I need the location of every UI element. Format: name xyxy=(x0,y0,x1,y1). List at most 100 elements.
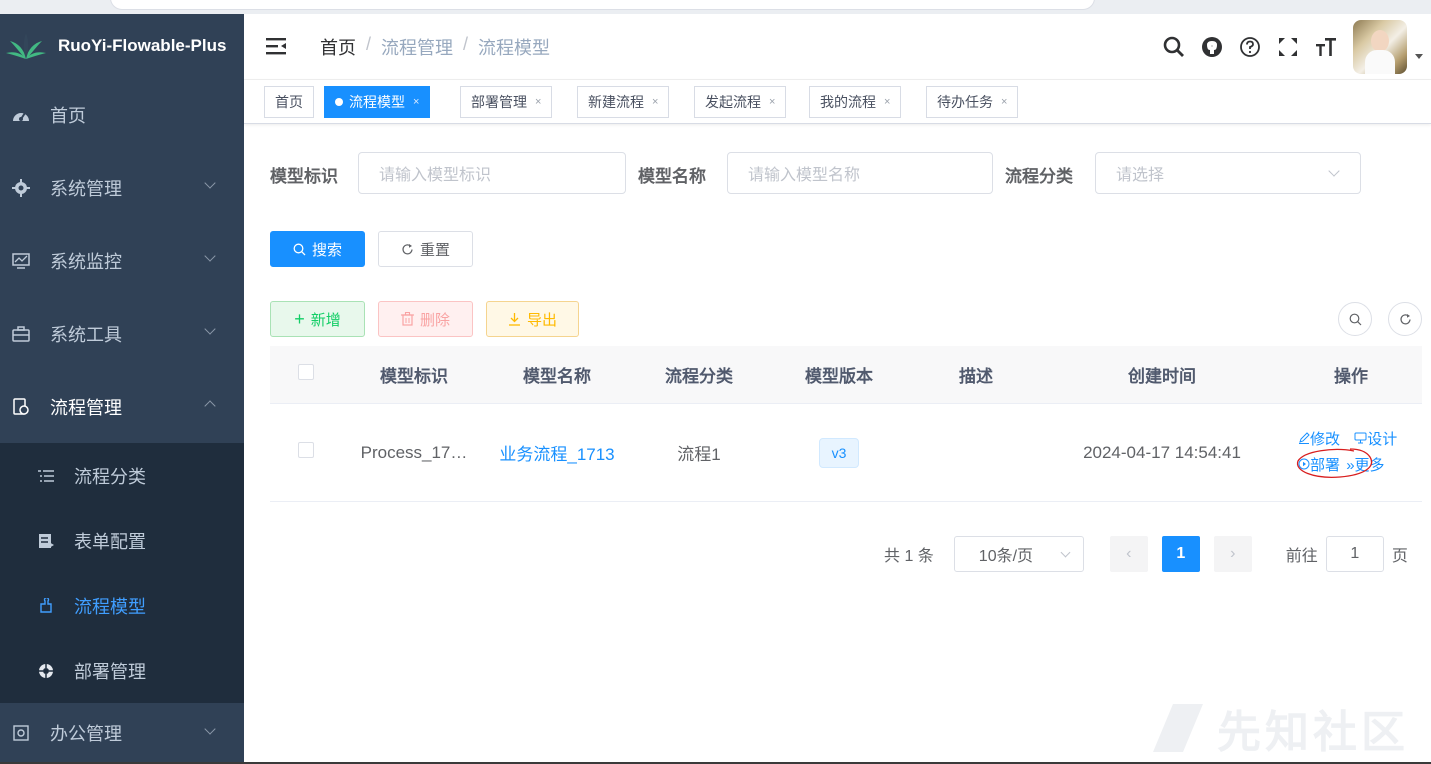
tag-todo[interactable]: 待办任务 × xyxy=(926,86,1019,118)
reset-button-label: 重置 xyxy=(419,241,450,259)
avatar[interactable] xyxy=(1353,20,1407,74)
chevron-down-icon xyxy=(204,723,216,735)
dashboard-icon xyxy=(10,104,32,126)
toggle-search-button[interactable] xyxy=(1338,302,1372,336)
sidebar-item-process-model[interactable]: 流程模型 xyxy=(0,573,244,638)
caret-down-icon[interactable] xyxy=(1415,53,1423,59)
sidebar-item-home[interactable]: 首页 xyxy=(0,78,244,151)
page-size-select[interactable]: 10条/页 xyxy=(953,536,1084,572)
category-placeholder: 请选择 xyxy=(1116,167,1165,184)
prev-page-button[interactable]: ‹ xyxy=(1109,536,1148,572)
chevron-down-icon xyxy=(204,177,216,189)
monitor-icon xyxy=(10,250,32,272)
watermark: 先知社区 xyxy=(1153,696,1409,760)
model-name-label: 模型名称 xyxy=(638,167,706,186)
category-select[interactable]: 请选择 xyxy=(1095,152,1361,194)
delete-button[interactable]: 删除 xyxy=(378,301,473,337)
breadcrumb-item: 流程模型 xyxy=(478,38,551,58)
close-icon[interactable]: × xyxy=(1001,96,1007,108)
row-checkbox[interactable] xyxy=(298,442,314,458)
model-key-label: 模型标识 xyxy=(270,167,338,186)
close-icon[interactable]: × xyxy=(535,96,541,108)
close-icon[interactable]: × xyxy=(652,96,658,108)
sidebar-item-process[interactable]: 流程管理 xyxy=(0,370,244,443)
sidebar-item-office[interactable]: 办公管理 xyxy=(0,703,244,763)
app-logo[interactable]: RuoYi-Flowable-Plus xyxy=(0,14,244,78)
tag-label: 我的流程 xyxy=(820,94,876,110)
delete-button-label: 删除 xyxy=(419,311,450,329)
tag-my-process[interactable]: 我的流程 × xyxy=(809,86,902,118)
tag-home[interactable]: 首页 xyxy=(264,86,314,118)
breadcrumb-item[interactable]: 首页 xyxy=(320,34,356,60)
sidebar-item-label: 流程分类 xyxy=(74,466,146,487)
fullscreen-icon[interactable] xyxy=(1271,30,1305,64)
close-icon[interactable]: × xyxy=(769,96,775,108)
model-key-placeholder: 请输入模型标识 xyxy=(379,167,492,184)
page-size-value: 10条/页 xyxy=(978,548,1034,565)
column-header: 模型版本 xyxy=(805,367,873,386)
tag-process-model[interactable]: 流程模型 × xyxy=(324,86,431,118)
sidebar-item-form-config[interactable]: 表单配置 xyxy=(0,508,244,573)
sidebar-item-label: 系统工具 xyxy=(50,324,122,345)
search-button[interactable]: 搜索 xyxy=(270,231,365,267)
sidebar-item-label: 首页 xyxy=(50,105,86,126)
tag-new-process[interactable]: 新建流程 × xyxy=(577,86,670,118)
goto-value: 1 xyxy=(1350,545,1360,562)
total-count: 共 1 条 xyxy=(884,548,934,565)
page-number[interactable]: 1 xyxy=(1161,536,1200,572)
browser-top-strip xyxy=(0,0,1431,14)
tag-label: 新建流程 xyxy=(588,94,644,110)
navbar: 首页 / 流程管理 / 流程模型 xyxy=(244,14,1431,80)
column-header: 操作 xyxy=(1334,367,1368,386)
goto-page-input[interactable]: 1 xyxy=(1325,536,1384,572)
sidebar-item-tools[interactable]: 系统工具 xyxy=(0,297,244,370)
trash-icon xyxy=(400,312,414,326)
column-header: 模型标识 xyxy=(380,367,448,386)
refresh-button[interactable] xyxy=(1388,302,1422,336)
watermark-logo-icon xyxy=(1153,704,1203,752)
form-icon xyxy=(36,531,56,551)
close-icon[interactable]: × xyxy=(884,96,890,108)
model-name-link[interactable]: 业务流程_1713 xyxy=(486,440,628,465)
sidebar-item-monitor[interactable]: 系统监控 xyxy=(0,224,244,297)
breadcrumb-separator: / xyxy=(366,34,372,54)
hamburger-icon[interactable] xyxy=(266,36,288,56)
sidebar-item-label: 表单配置 xyxy=(74,531,146,552)
tag-label: 首页 xyxy=(275,94,303,110)
reset-button[interactable]: 重置 xyxy=(378,231,473,267)
select-all-checkbox[interactable] xyxy=(298,364,314,380)
github-icon[interactable] xyxy=(1195,30,1229,64)
search-icon[interactable] xyxy=(1157,30,1191,64)
watermark-text: 先知社区 xyxy=(1217,708,1409,757)
model-key-input[interactable]: 请输入模型标识 xyxy=(358,152,626,194)
edit-icon xyxy=(1299,431,1310,444)
list-icon xyxy=(36,466,56,486)
next-page-button[interactable]: › xyxy=(1213,536,1252,572)
sidebar-item-label: 流程管理 xyxy=(50,397,122,418)
tag-label: 发起流程 xyxy=(705,94,761,110)
breadcrumb-item: 流程管理 xyxy=(381,38,454,58)
tag-start-process[interactable]: 发起流程 × xyxy=(694,86,787,118)
search-button-label: 搜索 xyxy=(311,241,342,259)
breadcrumb-separator: / xyxy=(463,34,469,54)
category-cell: 流程1 xyxy=(677,445,721,464)
design-icon xyxy=(1354,432,1367,443)
chevron-down-icon xyxy=(1060,547,1071,558)
address-bar[interactable] xyxy=(110,0,1095,10)
font-size-icon[interactable] xyxy=(1309,30,1343,64)
add-button[interactable]: + 新增 xyxy=(270,301,365,337)
model-name-input[interactable]: 请输入模型名称 xyxy=(727,152,993,194)
sidebar-item-deploy[interactable]: 部署管理 xyxy=(0,638,244,703)
sidebar-item-process-category[interactable]: 流程分类 xyxy=(0,443,244,508)
main-content: 模型标识 请输入模型标识 模型名称 请输入模型名称 流程分类 请选择 搜索 重置… xyxy=(244,124,1431,764)
tag-label: 流程模型 xyxy=(349,94,405,110)
column-header: 创建时间 xyxy=(1128,367,1196,386)
tag-deploy[interactable]: 部署管理 × xyxy=(460,86,553,118)
help-icon[interactable] xyxy=(1233,30,1267,64)
office-icon xyxy=(10,722,32,744)
export-button[interactable]: 导出 xyxy=(486,301,579,337)
close-icon[interactable]: × xyxy=(413,96,419,108)
sidebar-item-label: 系统监控 xyxy=(50,251,122,272)
sidebar-item-system[interactable]: 系统管理 xyxy=(0,151,244,224)
refresh-icon xyxy=(402,243,413,254)
